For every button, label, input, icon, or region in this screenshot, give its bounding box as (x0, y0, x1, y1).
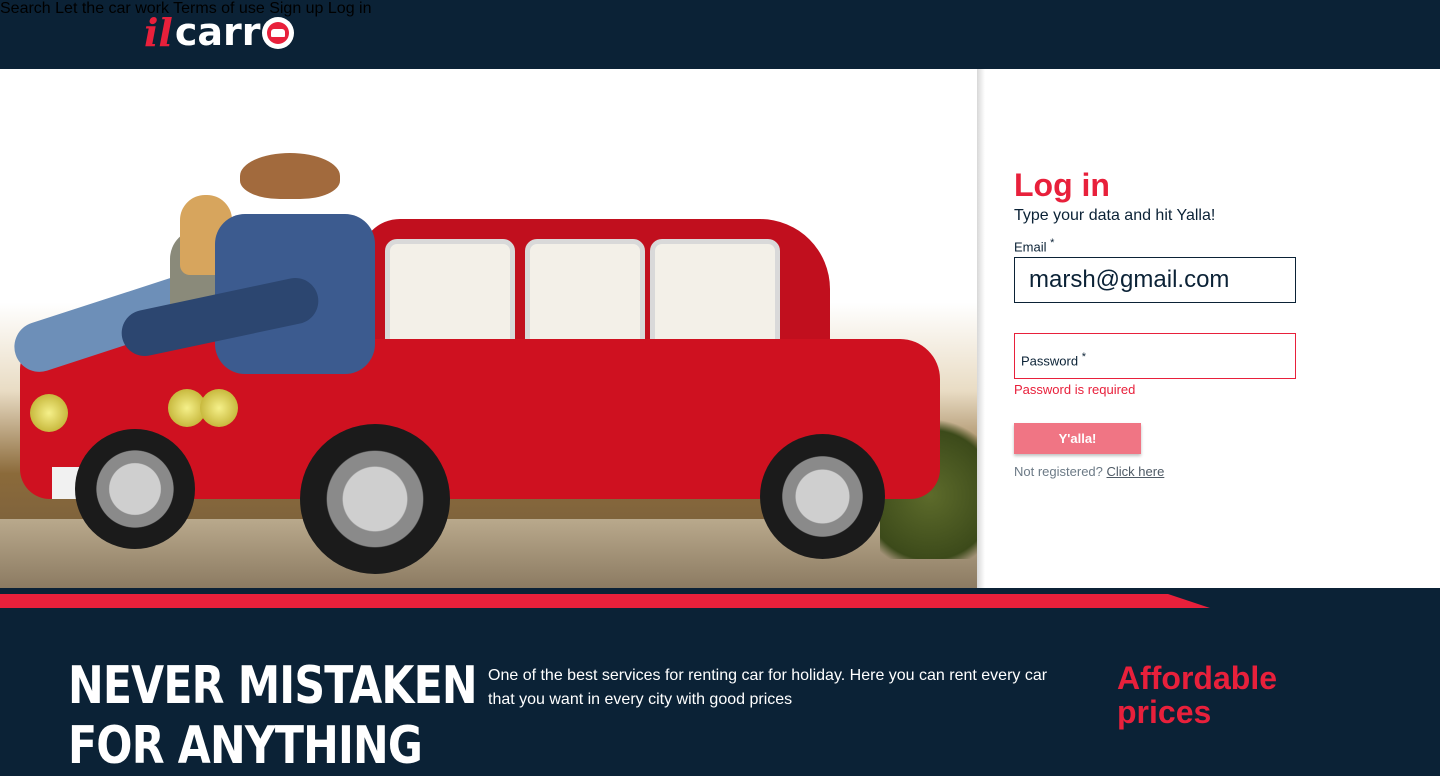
email-label: Email * (1014, 237, 1055, 255)
ilcarro-logo[interactable]: il carr (144, 10, 294, 55)
registration-prompt: Not registered? Click here (1014, 464, 1165, 479)
red-accent-stripe (0, 594, 1210, 608)
password-input[interactable] (1015, 334, 1299, 380)
service-description: One of the best services for renting car… (488, 667, 1048, 708)
hero-image (0, 69, 977, 588)
top-navbar: il carr Search Let the car work Terms of… (0, 0, 1440, 69)
password-field[interactable]: Password * (1014, 333, 1299, 380)
logo-main: carr (174, 10, 261, 54)
email-input[interactable] (1015, 258, 1295, 302)
nav-log-in[interactable]: Log in (328, 0, 372, 17)
login-subtitle: Type your data and hit Yalla! (1014, 207, 1216, 224)
register-link[interactable]: Click here (1107, 464, 1165, 479)
email-field[interactable] (1014, 257, 1296, 303)
nav-search[interactable]: Search (0, 0, 51, 17)
bottom-headline: NEVER MISTAKEN FOR ANYTHING (68, 656, 478, 776)
logo-prefix: il (144, 9, 173, 55)
feature-affordable-prices: Affordable prices (1117, 660, 1277, 730)
yalla-submit-button[interactable]: Y'alla! (1014, 423, 1141, 454)
login-title: Log in (1014, 167, 1110, 203)
car-logo-icon (261, 17, 294, 49)
login-panel (985, 69, 1440, 588)
password-error: Password is required (1014, 382, 1136, 397)
